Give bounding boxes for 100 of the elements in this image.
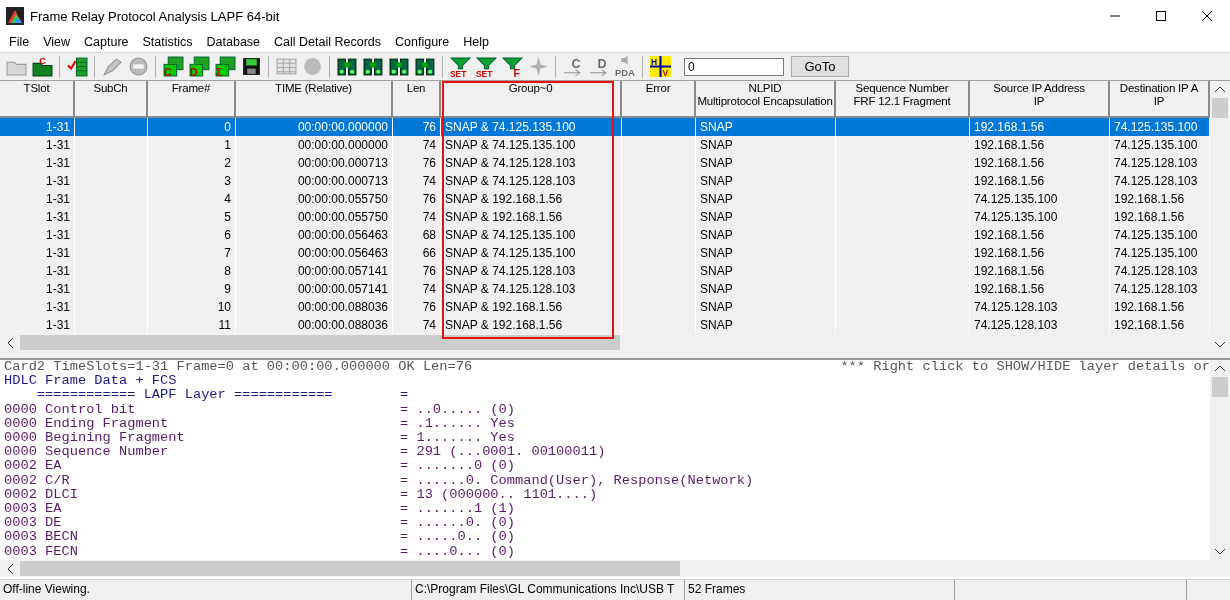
table-cell: SNAP & 74.125.135.100 (441, 244, 622, 262)
field-name: 0003 EA (4, 502, 63, 517)
scroll-left-icon[interactable] (6, 563, 14, 574)
scroll-thumb[interactable] (1212, 377, 1228, 397)
table-cell: SNAP (696, 118, 836, 136)
table-cell: 1 (148, 136, 236, 154)
scroll-thumb[interactable] (1212, 98, 1228, 118)
table-cell: 1-31 (0, 262, 75, 280)
table-cell: SNAP & 74.125.135.100 (441, 136, 622, 154)
table-cell: SNAP (696, 298, 836, 316)
detail-heading: HDLC Frame Data + FCS (4, 374, 177, 389)
pen-icon (101, 56, 123, 77)
table-cell: 1-31 (0, 298, 75, 316)
checklist-icon (66, 56, 88, 77)
table-cell: 66 (393, 244, 441, 262)
table-cell: 00:00:00.057141 (236, 280, 393, 298)
table-cell: SNAP (696, 244, 836, 262)
column-header[interactable]: Source IP Address IP (970, 81, 1110, 118)
table-cell: 7 (148, 244, 236, 262)
vertical-scrollbar[interactable] (1210, 360, 1230, 560)
splitter-bar[interactable] (0, 353, 1230, 360)
scroll-left-icon[interactable] (6, 337, 14, 348)
table-cell: 76 (393, 118, 441, 136)
scroll-thumb[interactable] (20, 335, 620, 350)
table-cell: 1-31 (0, 118, 75, 136)
column-header[interactable]: Destination IP A IP (1110, 81, 1210, 118)
menu-item[interactable]: Help (456, 35, 496, 49)
menu-item[interactable]: Database (199, 35, 268, 49)
horizontal-scrollbar[interactable] (0, 560, 1230, 577)
scroll-up-icon[interactable] (1215, 365, 1225, 372)
table-cell: 1-31 (0, 136, 75, 154)
hint-text: *** Right click to SHOW/HIDE layer details or (840, 360, 1210, 375)
field-value: = .....0.. (0) (400, 530, 515, 545)
binoculars-icon (414, 56, 436, 77)
status-text: C:\Program Files\GL Communications Inc\USB T (411, 580, 684, 600)
binoculars-icon (362, 56, 384, 77)
toolbar-button[interactable]: C (30, 54, 54, 79)
scroll-down-icon[interactable] (1215, 341, 1225, 348)
field-value: = 1....... Yes (400, 431, 515, 446)
table-cell: 00:00:00.000713 (236, 154, 393, 172)
toolbar-button[interactable]: SET (448, 54, 472, 79)
toolbar-button[interactable]: SET (474, 54, 498, 79)
goto-button[interactable]: GoTo (791, 56, 849, 77)
close-icon (1202, 11, 1212, 21)
table-cell: 192.168.1.56 (970, 136, 1110, 154)
column-header[interactable]: SubCh (75, 81, 148, 118)
table-cell: 00:00:00.055750 (236, 190, 393, 208)
field-value: = 291 (...0001. 00100011) (400, 445, 606, 460)
table-cell: SNAP & 74.125.128.103 (441, 154, 622, 172)
field-value: = ......0. Command(User), Response(Network) (400, 473, 754, 488)
binoculars-icon (388, 56, 410, 77)
column-header[interactable]: Len (393, 81, 441, 118)
column-header[interactable]: TSlot (0, 81, 75, 118)
table-cell: 00:00:00.056463 (236, 226, 393, 244)
menu-item[interactable]: View (36, 35, 78, 49)
table-cell: SNAP (696, 280, 836, 298)
field-name: 0002 EA (4, 459, 63, 474)
table-cell: SNAP & 74.125.135.100 (441, 118, 622, 136)
field-value: = ....0... (0) (400, 544, 515, 559)
scroll-down-icon[interactable] (1215, 548, 1225, 555)
field-name: 0000 Begining Fragment (4, 431, 186, 446)
table-cell: 74 (393, 208, 441, 226)
menu-item[interactable]: Capture (77, 35, 136, 49)
menu-item[interactable]: Configure (388, 35, 457, 49)
column-header[interactable]: Group~0 (441, 81, 622, 118)
scroll-up-icon[interactable] (1215, 86, 1225, 93)
column-header[interactable]: TIME (Relative) (236, 81, 393, 118)
table-cell: 00:00:00.057141 (236, 262, 393, 280)
goto-field[interactable]: 0 (684, 57, 784, 76)
table-cell: 00:00:00.055750 (236, 208, 393, 226)
field-name: 0003 FECN (4, 544, 79, 559)
menu-item[interactable]: Statistics (135, 35, 200, 49)
toolbar-button[interactable]: H V (648, 54, 672, 79)
table-cell: SNAP (696, 208, 836, 226)
toolbar-button[interactable]: F (500, 54, 524, 79)
column-header[interactable]: NLPID Multiprotocol Encapsulation (696, 81, 836, 118)
column-header[interactable]: Frame# (148, 81, 236, 118)
window-title: Frame Relay Protocol Analysis LAPF 64-bit (30, 8, 281, 24)
table-cell: 74.125.135.100 (1110, 118, 1210, 136)
table-cell: 0 (148, 118, 236, 136)
toolbar-button[interactable] (65, 54, 89, 79)
table-cell: 192.168.1.56 (970, 244, 1110, 262)
table-cell: 6 (148, 226, 236, 244)
table-cell: 5 (148, 208, 236, 226)
menu-item[interactable]: Call Detail Records (267, 35, 389, 49)
field-name: 0003 DE (4, 516, 63, 531)
table-cell: 192.168.1.56 (970, 226, 1110, 244)
table-cell: 76 (393, 190, 441, 208)
save-icon (240, 56, 262, 77)
frame-summary: Card2 TimeSlots=1-31 Frame=0 at 00:00:00.000000 OK Len=76 (4, 360, 473, 375)
table-cell: 68 (393, 226, 441, 244)
table-cell: 8 (148, 262, 236, 280)
scroll-thumb[interactable] (20, 561, 680, 576)
column-header[interactable]: Error (622, 81, 696, 118)
menu-item[interactable]: File (2, 35, 37, 49)
table-cell: SNAP (696, 154, 836, 172)
column-header[interactable]: Sequence Number FRF 12.1 Fragment (836, 81, 970, 118)
table-cell: 1-31 (0, 190, 75, 208)
table-cell: 74 (393, 280, 441, 298)
table-cell: 192.168.1.56 (970, 154, 1110, 172)
